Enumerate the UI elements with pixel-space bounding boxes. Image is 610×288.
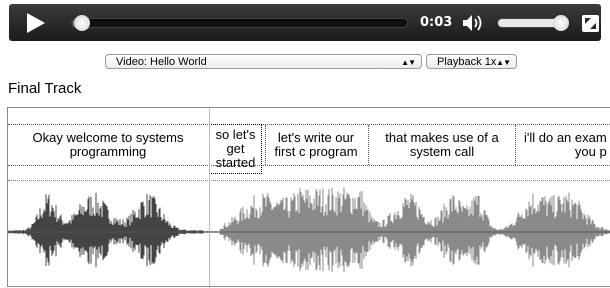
caption-text: Okay welcome to systems: [32, 130, 184, 145]
volume-level: [498, 19, 561, 27]
caption-text: programming: [69, 144, 147, 159]
caption-segment[interactable]: Okay welcome to systems programming: [8, 125, 208, 165]
video-select[interactable]: Video: Hello World ▲▼: [105, 54, 422, 69]
caption-segment[interactable]: let's write our first c program: [265, 125, 366, 165]
volume-handle[interactable]: [552, 15, 569, 31]
fullscreen-icon[interactable]: [582, 15, 599, 32]
audio-waveform[interactable]: [8, 182, 610, 282]
caption-row: Okay welcome to systems programming so le…: [8, 124, 610, 174]
caption-text: get: [226, 141, 245, 156]
seek-bar[interactable]: [72, 15, 407, 31]
caption-text: system call: [409, 144, 475, 159]
caption-text: that makes use of a: [385, 130, 499, 145]
seek-handle[interactable]: [74, 15, 91, 31]
playback-speed-select[interactable]: Playback 1x ▲▼: [426, 54, 517, 69]
select-arrows-icon: ▲▼: [496, 58, 511, 67]
select-arrows-icon: ▲▼: [401, 58, 416, 67]
caption-text: so let's: [215, 127, 256, 142]
playback-speed-value: Playback 1x: [437, 56, 497, 68]
caption-text: let's write our: [277, 130, 355, 145]
caption-segment[interactable]: i'll do an exam you p: [515, 125, 610, 165]
volume-slider[interactable]: [498, 15, 569, 31]
play-icon[interactable]: [25, 12, 47, 34]
track-title: Final Track: [8, 80, 82, 97]
current-time: 0:03: [420, 15, 453, 30]
caption-segment-active[interactable]: so let's get started: [209, 124, 262, 174]
caption-segment[interactable]: that makes use of a system call: [368, 125, 515, 165]
playhead: [209, 108, 210, 288]
caption-text: started: [215, 155, 256, 170]
track-divider: [8, 180, 610, 181]
video-player-controls: 0:03: [9, 4, 601, 41]
caption-text: first c program: [274, 144, 358, 159]
track-editor: Okay welcome to systems programming so le…: [7, 107, 610, 288]
volume-icon[interactable]: [461, 13, 487, 33]
video-select-value: Video: Hello World: [116, 56, 207, 68]
caption-text: you p: [574, 144, 607, 159]
caption-text: i'll do an exam: [524, 130, 607, 145]
